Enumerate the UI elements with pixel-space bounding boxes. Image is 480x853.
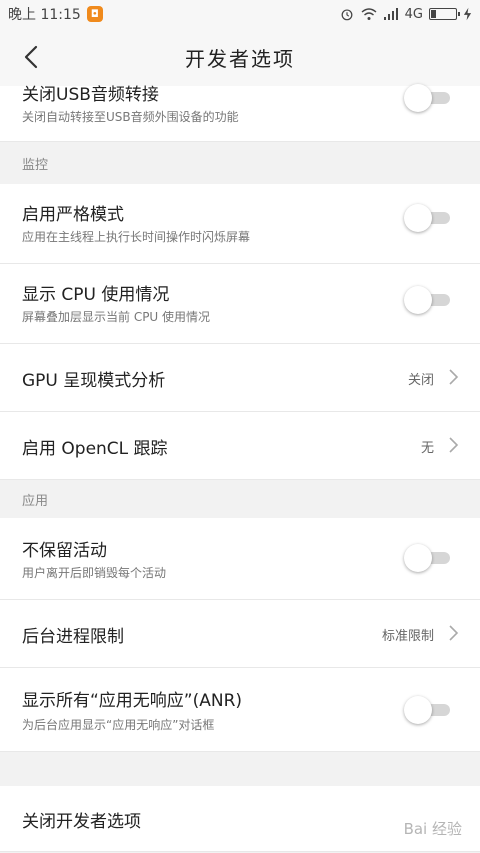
setting-cpu-usage[interactable]: 显示 CPU 使用情况 屏幕叠加层显示当前 CPU 使用情况: [0, 264, 480, 344]
anr-toggle[interactable]: [404, 696, 452, 724]
setting-subtitle: 屏幕叠加层显示当前 CPU 使用情况: [22, 310, 211, 324]
setting-no-keep-activities[interactable]: 不保留活动 用户离开后即销毁每个活动: [0, 518, 480, 600]
setting-title: 启用 OpenCL 跟踪: [22, 439, 168, 459]
setting-show-anr[interactable]: 显示所有“应用无响应”(ANR) 为后台应用显示“应用无响应”对话框: [0, 668, 480, 752]
network-type: 4G: [404, 6, 423, 22]
setting-title: 显示所有“应用无响应”(ANR): [22, 691, 243, 711]
watermark-logo: Bai 经验: [403, 820, 462, 838]
setting-usb-audio[interactable]: 关闭USB音频转接 关闭自动转接至USB音频外围设备的功能: [0, 84, 480, 142]
chevron-right-icon: [449, 625, 459, 641]
setting-subtitle: 应用在主线程上执行长时间操作时闪烁屏幕: [22, 230, 251, 244]
setting-opencl[interactable]: 启用 OpenCL 跟踪 无: [0, 412, 480, 480]
setting-subtitle: 用户离开后即销毁每个活动: [22, 566, 167, 580]
setting-title: 后台进程限制: [22, 627, 124, 647]
chevron-right-icon: [449, 369, 459, 385]
notification-app-icon: ◘: [86, 6, 103, 22]
setting-title: GPU 呈现模式分析: [22, 371, 166, 391]
setting-value: 标准限制: [381, 629, 434, 644]
setting-bg-process-limit[interactable]: 后台进程限制 标准限制: [0, 600, 480, 668]
section-label: 监控: [22, 158, 49, 173]
status-time: 晚上 11:15: [8, 7, 81, 23]
section-header-apps: 应用: [0, 480, 480, 518]
signal-icon: [383, 8, 398, 20]
chevron-right-icon: [449, 437, 459, 453]
setting-subtitle: 关闭自动转接至USB音频外围设备的功能: [22, 110, 239, 124]
charging-icon: [463, 7, 472, 21]
setting-gpu-profile[interactable]: GPU 呈现模式分析 关闭: [0, 344, 480, 412]
setting-strict-mode[interactable]: 启用严格模式 应用在主线程上执行长时间操作时闪烁屏幕: [0, 184, 480, 264]
back-arrow-icon[interactable]: [18, 43, 46, 71]
section-label: 应用: [22, 494, 49, 509]
setting-title: 不保留活动: [22, 541, 107, 561]
section-header-monitor: 监控: [0, 142, 480, 184]
app-header: 开发者选项: [0, 28, 480, 86]
setting-value: 无: [420, 441, 434, 456]
setting-title: 关闭USB音频转接: [22, 85, 159, 105]
setting-subtitle: 为后台应用显示“应用无响应”对话框: [22, 718, 215, 732]
page-title: 开发者选项: [185, 46, 295, 71]
setting-title: 显示 CPU 使用情况: [22, 285, 170, 305]
usb-audio-toggle[interactable]: [404, 84, 452, 112]
no-keep-toggle[interactable]: [404, 544, 452, 572]
status-right-group: 4G: [339, 7, 472, 22]
strict-mode-toggle[interactable]: [404, 204, 452, 232]
setting-title: 关闭开发者选项: [22, 812, 141, 832]
alarm-icon: [341, 9, 353, 21]
wifi-icon: [361, 8, 377, 20]
cpu-usage-toggle[interactable]: [404, 286, 452, 314]
setting-title: 启用严格模式: [22, 205, 124, 225]
status-bar: 晚上 11:15 ◘ 4G: [0, 0, 480, 28]
battery-icon: [429, 8, 460, 20]
setting-value: 关闭: [407, 373, 434, 388]
